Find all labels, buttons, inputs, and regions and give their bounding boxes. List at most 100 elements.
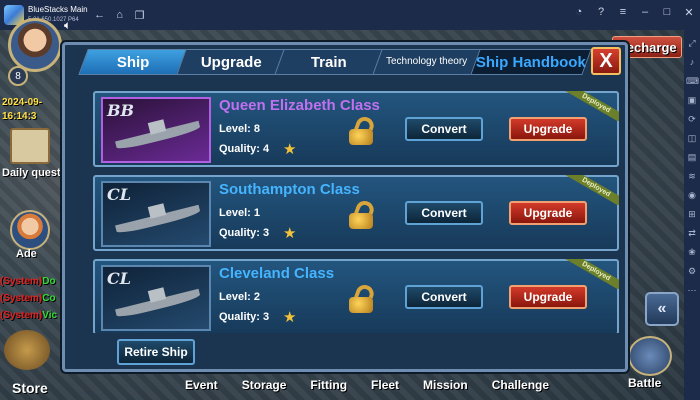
more-icon[interactable]: ⋯ [686, 285, 698, 296]
ship-class-code: CL [107, 269, 131, 288]
date-text: 2024-09- [2, 97, 43, 108]
tab-upgrade[interactable]: Upgrade [176, 49, 286, 75]
ship-class-code: BB [107, 101, 135, 120]
menu-icon[interactable]: ≡ [616, 6, 630, 19]
daily-quest-icon[interactable] [10, 128, 50, 164]
quality-star-icon: ★ [283, 141, 297, 158]
tab-ship[interactable]: Ship [78, 49, 188, 75]
battle-icon[interactable] [628, 336, 672, 376]
minimize-icon[interactable]: – [638, 6, 652, 19]
title-bar: BlueStacks Main 5.21.650.1027 P64 ← ⌂ ❐ … [0, 0, 700, 30]
chat-text: Vic [42, 310, 58, 321]
close-window-icon[interactable]: ✕ [682, 6, 696, 19]
ship-name: Southampton Class [219, 181, 360, 198]
window-controls: ◔ ? ≡ – □ ✕ [572, 6, 696, 19]
convert-button[interactable]: Convert [405, 201, 483, 225]
nav-challenge[interactable]: Challenge [492, 378, 549, 392]
keyboard-icon[interactable]: ⌨ [686, 76, 699, 87]
help-icon[interactable]: ? [594, 6, 608, 19]
screenshot-icon[interactable]: ◫ [686, 133, 698, 144]
tab-technology-theory[interactable]: Technology theory [372, 49, 482, 75]
tab-ship-handbook[interactable]: Ship Handbook [470, 49, 592, 75]
chat-line[interactable]: (System)Do [0, 276, 56, 287]
location-icon[interactable]: ◉ [686, 190, 698, 201]
ship-name: Queen Elizabeth Class [219, 97, 380, 114]
adviser-avatar[interactable] [10, 210, 50, 250]
time-text: 16:14:3 [2, 111, 37, 122]
tab-label: Train [311, 53, 347, 71]
tab-label: Technology theory [386, 56, 468, 67]
window-title: BlueStacks Main [28, 5, 88, 14]
chat-text: Co [42, 293, 56, 304]
notification-icon[interactable]: ◔ [572, 6, 586, 19]
ship-level: Level: 1 [219, 207, 260, 219]
rotate-icon[interactable]: ⟳ [686, 114, 698, 125]
chat-line[interactable]: (System)Co [0, 293, 56, 304]
shake-icon[interactable]: ≋ [686, 171, 698, 182]
player-avatar[interactable] [8, 18, 62, 72]
daily-quest-label[interactable]: Daily quest [2, 167, 61, 179]
nav-fleet[interactable]: Fleet [371, 378, 399, 392]
convert-button[interactable]: Convert [405, 117, 483, 141]
unlock-icon[interactable] [347, 114, 377, 145]
multi-window-icon[interactable]: ❐ [132, 7, 148, 23]
ship-level: Level: 2 [219, 291, 260, 303]
bottom-nav: Event Storage Fitting Fleet Mission Chal… [185, 378, 549, 392]
ship-image[interactable]: CL [101, 181, 211, 247]
chat-prefix: (System) [0, 276, 43, 287]
settings-icon[interactable]: ⚙ [686, 266, 698, 277]
ship-image[interactable]: CL [101, 265, 211, 331]
battle-label[interactable]: Battle [628, 376, 661, 390]
ship-card[interactable]: CL Southampton Class Level: 1 Quality: 3… [93, 175, 619, 251]
player-level-badge: 8 [8, 66, 28, 86]
unlock-icon[interactable] [347, 282, 377, 313]
chat-line[interactable]: (System)Vic [0, 310, 57, 321]
store-icon[interactable] [4, 330, 50, 370]
deployed-label: Deployed [561, 91, 619, 121]
quality-star-icon: ★ [283, 309, 297, 326]
ship-image[interactable]: BB [101, 97, 211, 163]
deployed-badge: Deployed [561, 259, 619, 289]
ship-card[interactable]: CL Cleveland Class Level: 2 Quality: 3 ★… [93, 259, 619, 333]
retire-ship-button[interactable]: Retire Ship [117, 339, 195, 365]
maximize-icon[interactable]: □ [660, 6, 674, 19]
collapse-menu-icon[interactable]: « [645, 292, 679, 326]
chat-prefix: (System) [0, 293, 43, 304]
ship-dialog: Ship Upgrade Train Technology theory Shi… [62, 42, 628, 372]
deployed-badge: Deployed [561, 91, 619, 121]
sync-icon[interactable]: ⇄ [686, 228, 698, 239]
nav-event[interactable]: Event [185, 378, 218, 392]
fullscreen-icon[interactable]: ⤢ [686, 38, 698, 49]
chat-text: Do [42, 276, 56, 287]
ship-card[interactable]: BB Queen Elizabeth Class Level: 8 Qualit… [93, 91, 619, 167]
ship-level: Level: 8 [219, 123, 260, 135]
convert-button[interactable]: Convert [405, 285, 483, 309]
nav-storage[interactable]: Storage [242, 378, 287, 392]
screen-record-icon[interactable]: ▣ [686, 95, 698, 106]
close-dialog-button[interactable]: X [591, 47, 621, 75]
macro-icon[interactable]: ⊞ [686, 209, 698, 220]
home-icon[interactable]: ⌂ [112, 7, 128, 23]
volume-icon[interactable]: ♪ [686, 57, 698, 68]
dialog-tabs: Ship Upgrade Train Technology theory Shi… [78, 49, 609, 75]
tab-label: Ship Handbook [476, 53, 586, 71]
back-icon[interactable]: ← [92, 7, 108, 23]
quality-star-icon: ★ [283, 225, 297, 242]
deployed-label: Deployed [561, 175, 619, 205]
nav-mission[interactable]: Mission [423, 378, 468, 392]
tab-label: Upgrade [200, 53, 262, 71]
deployed-label: Deployed [561, 259, 619, 289]
eco-mode-icon[interactable]: ❀ [686, 247, 698, 258]
store-label[interactable]: Store [12, 380, 48, 396]
ship-list[interactable]: BB Queen Elizabeth Class Level: 8 Qualit… [73, 87, 621, 333]
adviser-label: Ade [16, 248, 37, 260]
tab-train[interactable]: Train [274, 49, 384, 75]
folder-icon[interactable]: ▤ [686, 152, 698, 163]
speaker-icon[interactable]: 🔈︎ [64, 18, 71, 33]
ship-quality: Quality: 3 [219, 311, 270, 323]
unlock-icon[interactable] [347, 198, 377, 229]
ship-quality: Quality: 3 [219, 227, 270, 239]
chat-prefix: (System) [0, 310, 43, 321]
nav-fitting[interactable]: Fitting [310, 378, 347, 392]
tab-label: Ship [116, 53, 150, 71]
